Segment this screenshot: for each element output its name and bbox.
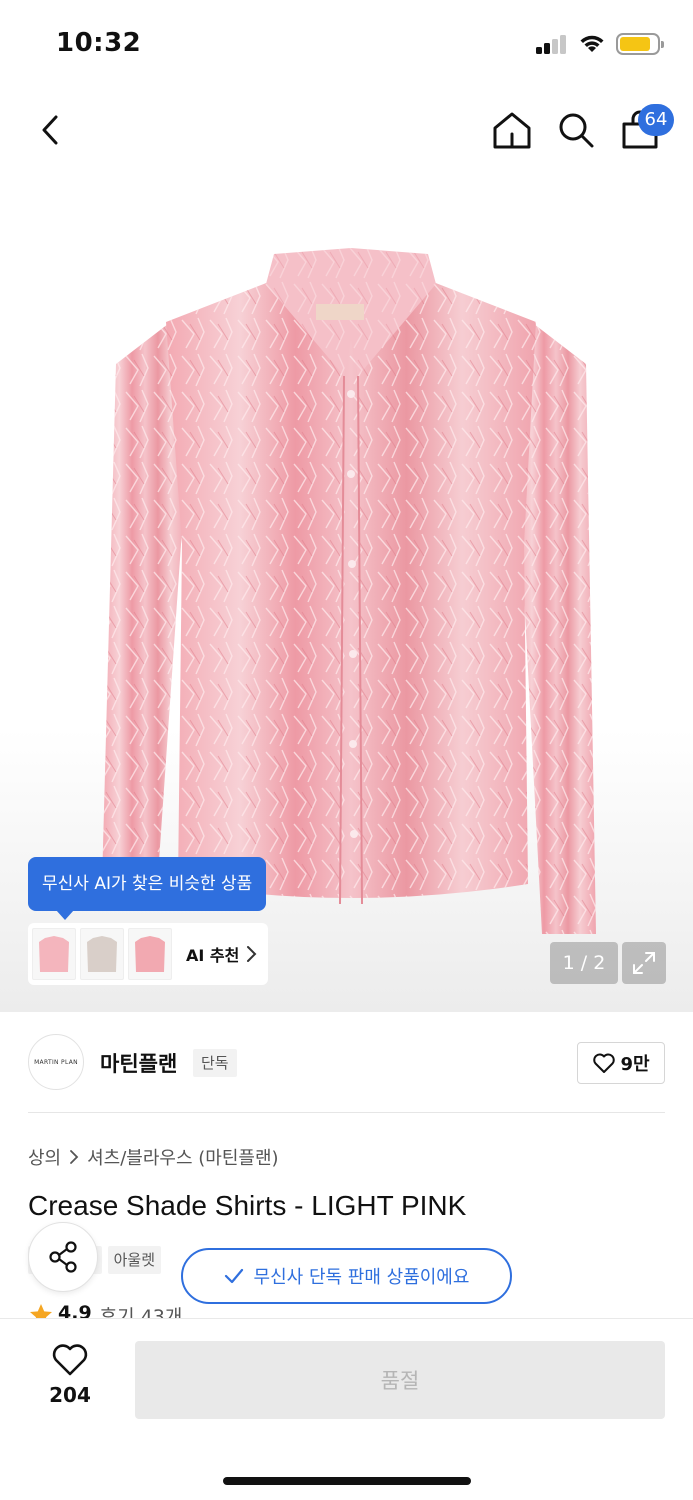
wishlist-button[interactable]: 204 — [30, 1343, 110, 1423]
heart-icon — [593, 1053, 616, 1073]
wishlist-count: 204 — [49, 1383, 91, 1407]
check-icon — [224, 1268, 243, 1284]
wifi-icon — [580, 35, 604, 52]
signal-icon — [536, 34, 568, 54]
divider — [28, 1112, 665, 1113]
image-counter: 1 / 2 — [550, 942, 618, 984]
expand-icon — [633, 952, 655, 974]
home-icon[interactable] — [490, 108, 534, 152]
ai-thumb-1[interactable] — [32, 928, 76, 980]
search-icon[interactable] — [554, 108, 598, 152]
ai-thumb-3[interactable] — [128, 928, 172, 980]
bottom-action-bar: 204 품절 — [0, 1318, 693, 1500]
brand-row: MARTIN PLAN 마틴플랜 단독 9만 — [0, 1012, 693, 1112]
chevron-right-icon — [70, 1150, 79, 1164]
heart-icon — [52, 1344, 88, 1376]
back-icon[interactable] — [30, 108, 74, 152]
breadcrumb-subcategory[interactable]: 셔츠/블라우스 (마틴플랜) — [87, 1144, 278, 1170]
product-title: Crease Shade Shirts - LIGHT PINK — [28, 1190, 467, 1221]
breadcrumb: 상의 셔츠/블라우스 (마틴플랜) — [28, 1144, 279, 1170]
tag-chip: 아울렛 — [107, 1246, 162, 1274]
status-bar: 10:32 — [0, 0, 693, 88]
breadcrumb-category[interactable]: 상의 — [28, 1144, 61, 1170]
brand-name[interactable]: 마틴플랜 — [100, 1048, 177, 1078]
battery-icon — [616, 33, 664, 55]
share-button[interactable] — [28, 1222, 98, 1292]
ai-recommend-label[interactable]: AI 추천 — [186, 942, 239, 966]
exclusive-toast-text: 무신사 단독 판매 상품이에요 — [253, 1267, 470, 1288]
brand-logo[interactable]: MARTIN PLAN — [28, 1034, 84, 1090]
ai-recommend-tooltip[interactable]: 무신사 AI가 찾은 비슷한 상품 — [28, 857, 267, 920]
expand-button[interactable] — [622, 942, 666, 984]
product-image[interactable] — [96, 244, 606, 944]
status-time: 10:32 — [56, 28, 142, 58]
brand-like-button[interactable]: 9만 — [577, 1042, 665, 1084]
ai-thumb-2[interactable] — [80, 928, 124, 980]
share-icon — [49, 1241, 77, 1273]
brand-exclusive-tag: 단독 — [193, 1049, 237, 1077]
cart-badge: 64 — [638, 104, 674, 136]
exclusive-toast: 무신사 단독 판매 상품이에요 — [181, 1248, 512, 1304]
ai-recommend-strip[interactable]: AI 추천 — [28, 923, 268, 985]
brand-like-count: 9만 — [620, 1054, 650, 1075]
soldout-button[interactable]: 품절 — [135, 1341, 665, 1419]
home-indicator — [223, 1477, 471, 1485]
chevron-right-icon — [247, 946, 257, 962]
